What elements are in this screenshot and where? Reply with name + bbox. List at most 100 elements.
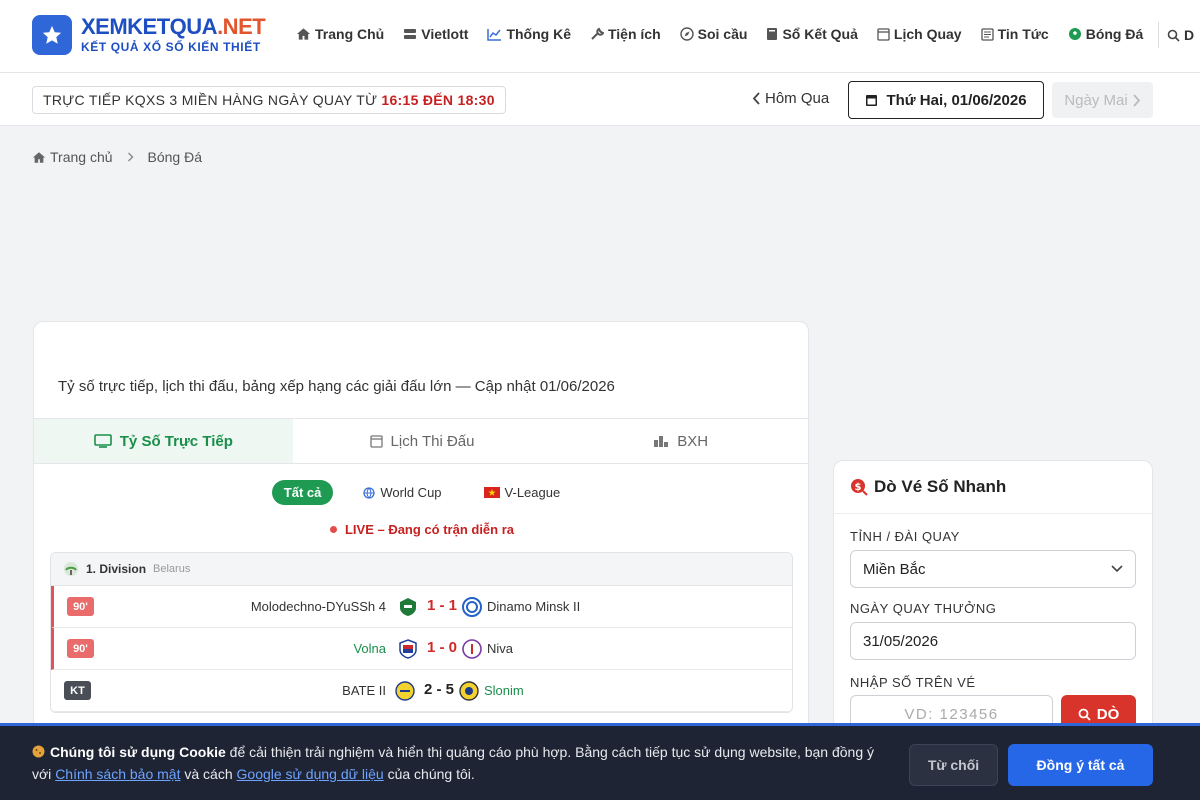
match-row[interactable]: KT BATE II 2 - 5 Slonim <box>51 670 792 712</box>
chart-line-icon <box>487 28 502 41</box>
google-data-link[interactable]: Google sử dụng dữ liệu <box>237 766 384 782</box>
search-icon <box>1078 708 1091 721</box>
nav-lich-quay[interactable]: Lịch Quay <box>877 26 962 42</box>
reject-cookies-button[interactable]: Từ chối <box>909 744 998 786</box>
draw-date-input[interactable]: 31/05/2026 <box>850 622 1136 660</box>
breadcrumb-home[interactable]: Trang chủ <box>50 149 113 165</box>
nav-tien-ich[interactable]: Tiện ích <box>590 26 661 42</box>
search-label: D <box>1184 27 1195 43</box>
ticket-number-placeholder: VD: 123456 <box>904 705 999 723</box>
filter-world-cup[interactable]: World Cup <box>351 480 453 505</box>
live-note-text: LIVE – Đang có trận diễn ra <box>344 522 515 537</box>
ticket-checker-card: $ Dò Vé Số Nhanh TỈNH / ĐÀI QUAY Miền Bắ… <box>833 460 1153 740</box>
current-date: Thứ Hai, 01/06/2026 <box>886 91 1027 109</box>
calendar-icon <box>369 435 383 448</box>
main-nav: Trang Chủ Vietlott Thống Kê Tiện ích Soi… <box>296 26 1143 42</box>
ticket-number-label: NHẬP SỐ TRÊN VÉ <box>850 675 976 690</box>
newspaper-icon <box>980 27 994 41</box>
nav-label: Tiện ích <box>607 26 661 42</box>
nav-label: Tin Tức <box>997 26 1049 42</box>
calendar-icon <box>866 95 878 106</box>
away-team: Slonim <box>484 683 524 698</box>
date-bar: TRỰC TIẾP KQXS 3 MIỀN HÀNG NGÀY QUAY TỪ … <box>0 73 1200 126</box>
league-name: 1. Division <box>86 562 147 576</box>
logo-subtitle: KẾT QUẢ XỔ SỐ KIẾN THIẾT <box>81 40 261 54</box>
cookie-banner: Chúng tôi sử dụng Cookie để cải thiện tr… <box>0 723 1200 800</box>
nav-thong-ke[interactable]: Thống Kê <box>487 26 571 42</box>
match-score: 1 - 0 <box>426 639 457 656</box>
nav-so-ket-qua[interactable]: Sổ Kết Quả <box>766 26 858 42</box>
league-filters: Tất cả World Cup V-League <box>34 480 808 505</box>
nav-tin-tuc[interactable]: Tin Tức <box>980 26 1049 42</box>
svg-text:$: $ <box>855 482 862 493</box>
prev-day-label: Hôm Qua <box>765 90 830 107</box>
live-schedule-banner: TRỰC TIẾP KQXS 3 MIỀN HÀNG NGÀY QUAY TỪ … <box>32 86 506 114</box>
chevron-left-icon <box>752 92 760 105</box>
live-indicator: LIVE – Đang có trận diễn ra <box>34 522 808 537</box>
province-select[interactable]: Miền Bắc <box>850 550 1136 588</box>
cookie-body-3: của chúng tôi. <box>383 766 475 782</box>
breadcrumb-current: Bóng Đá <box>147 149 202 165</box>
next-day-label: Ngày Mai <box>1064 91 1128 109</box>
money-search-icon: $ <box>851 479 868 496</box>
nav-vietlott[interactable]: Vietlott <box>403 26 468 42</box>
search-icon <box>1167 29 1180 42</box>
tab-fixtures[interactable]: Lịch Thi Đấu <box>293 419 552 463</box>
intro-text: Tỷ số trực tiếp, lịch thi đấu, bảng xếp … <box>58 378 615 395</box>
team-logo-icon <box>400 598 416 616</box>
team-logo-icon <box>459 681 479 701</box>
ticket-checker-title: $ Dò Vé Số Nhanh <box>850 477 1006 497</box>
tab-standings[interactable]: BXH <box>551 419 808 463</box>
chevron-right-icon <box>1133 93 1140 107</box>
next-day-button[interactable]: Ngày Mai <box>1052 82 1153 118</box>
privacy-policy-link[interactable]: Chính sách bảo mật <box>55 766 180 782</box>
home-icon <box>32 151 46 163</box>
home-icon <box>296 28 311 40</box>
soccer-ball-icon <box>1068 28 1081 40</box>
live-dot-icon <box>329 526 337 533</box>
nav-label: Trang Chủ <box>315 26 385 42</box>
province-value: Miền Bắc <box>863 560 926 578</box>
tab-label: Tỷ Số Trực Tiếp <box>119 432 233 450</box>
filter-label: V-League <box>504 485 561 500</box>
filter-v-league[interactable]: V-League <box>472 480 573 505</box>
tab-label: Lịch Thi Đấu <box>390 432 475 450</box>
team-logo-icon <box>462 597 482 617</box>
server-icon <box>404 28 417 39</box>
football-tabs: Tỷ Số Trực Tiếp Lịch Thi Đấu BXH <box>34 418 808 464</box>
match-row[interactable]: 90' Volna 1 - 0 Niva <box>51 628 792 670</box>
logo-star-icon[interactable] <box>32 15 72 55</box>
match-row[interactable]: 90' Molodechno-DYuSSh 4 1 - 1 Dinamo Min… <box>51 586 792 628</box>
league-country: Belarus <box>153 563 191 575</box>
nav-bong-da[interactable]: Bóng Đá <box>1068 26 1143 42</box>
province-label: TỈNH / ĐÀI QUAY <box>850 529 960 544</box>
filter-all[interactable]: Tất cả <box>271 480 334 505</box>
tab-live-scores[interactable]: Tỷ Số Trực Tiếp <box>34 419 293 463</box>
logo-title[interactable]: XEMKETQUA.NET <box>81 14 266 40</box>
match-status-badge: KT <box>64 681 91 700</box>
team-logo-icon <box>399 639 417 659</box>
book-icon <box>767 28 778 40</box>
check-button-label: DÒ <box>1096 705 1120 723</box>
nav-label: Sổ Kết Quả <box>782 26 858 42</box>
football-card: Tỷ số trực tiếp, lịch thi đấu, bảng xếp … <box>33 321 809 741</box>
filter-label: World Cup <box>380 485 442 500</box>
globe-icon <box>363 486 376 499</box>
prev-day-button[interactable]: Hôm Qua <box>752 90 829 107</box>
home-team: BATE II <box>342 683 386 698</box>
cookie-text: Chúng tôi sử dụng Cookie để cải thiện tr… <box>32 741 882 785</box>
search-button[interactable]: D <box>1158 22 1200 48</box>
monitor-icon <box>93 434 112 448</box>
league-group: 1. Division Belarus 90' Molodechno-DYuSS… <box>50 552 793 713</box>
accept-cookies-button[interactable]: Đồng ý tất cả <box>1008 744 1153 786</box>
match-status-badge: 90' <box>67 597 94 616</box>
draw-date-label: NGÀY QUAY THƯỞNG <box>850 601 997 616</box>
league-header[interactable]: 1. Division Belarus <box>51 553 792 586</box>
podium-icon <box>654 436 669 447</box>
away-team: Niva <box>487 641 514 656</box>
date-picker-button[interactable]: Thứ Hai, 01/06/2026 <box>848 81 1044 119</box>
match-status-badge: 90' <box>67 639 94 658</box>
nav-label: Vietlott <box>421 26 469 42</box>
nav-soi-cau[interactable]: Soi cầu <box>679 26 747 42</box>
nav-home[interactable]: Trang Chủ <box>296 26 384 42</box>
